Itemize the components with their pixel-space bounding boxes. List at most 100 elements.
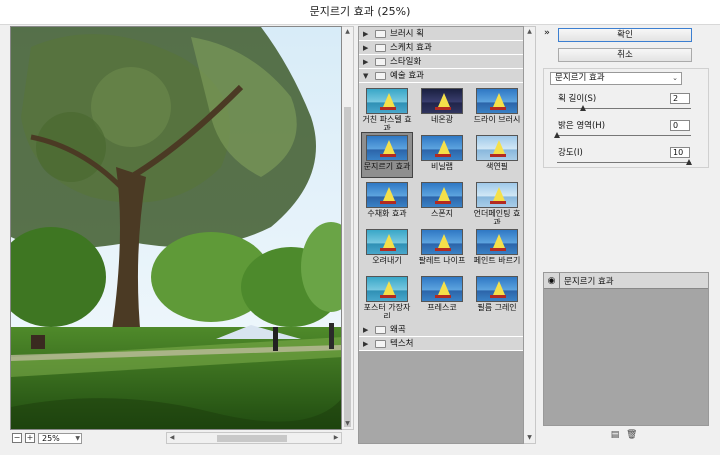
filter-thumbnail[interactable]: 페인트 바르기 — [471, 226, 523, 272]
filter-label: 언더페인팅 효과 — [473, 209, 521, 225]
param-slider-track[interactable] — [557, 162, 691, 163]
folder-row[interactable]: ▶ 브러시 획 — [359, 27, 523, 41]
filter-thumbnail[interactable]: 필름 그레인 — [471, 273, 523, 319]
scrollbar-thumb[interactable] — [217, 435, 287, 442]
folder-row[interactable]: ▶ 스케치 효과 — [359, 41, 523, 55]
folder-label: 텍스처 — [390, 338, 414, 349]
filter-select[interactable]: 문지르기 효과 ⌄ — [550, 72, 682, 85]
trash-icon[interactable]: 🗑 — [626, 430, 637, 441]
filter-thumbnail[interactable]: 수채화 효과 — [361, 179, 413, 225]
filter-preview-thumbnail — [421, 229, 463, 255]
cancel-button[interactable]: 취소 — [558, 48, 692, 62]
filter-label: 비닐랩 — [430, 162, 454, 171]
filter-thumbnail[interactable]: 포스터 가장자리 — [361, 273, 413, 319]
param-label: 밝은 영역(H) — [558, 121, 606, 131]
filter-label: 드라이 브러시 — [473, 115, 521, 124]
filter-label: 거친 파스텔 효과 — [362, 115, 412, 131]
param-value-input[interactable]: 0 — [670, 120, 690, 131]
zoom-level-select[interactable]: 25% — [38, 432, 82, 444]
filter-thumbnail[interactable]: 거친 파스텔 효과 — [361, 85, 413, 131]
zoom-out-button[interactable]: − — [12, 433, 22, 443]
filter-thumbnail[interactable]: 네온광 — [416, 85, 468, 131]
filter-preview-thumbnail — [476, 229, 518, 255]
param-slider-knob[interactable] — [580, 105, 587, 111]
filter-thumbnail[interactable]: 언더페인팅 효과 — [471, 179, 523, 225]
filter-label: 포스터 가장자리 — [363, 303, 411, 319]
param-value-input[interactable]: 10 — [670, 147, 690, 158]
filter-preview-thumbnail — [421, 88, 463, 114]
ok-button[interactable]: 확인 — [558, 28, 692, 42]
chevron-right-icon: ▶ — [363, 57, 369, 66]
filter-label: 스폰지 — [430, 209, 454, 218]
filter-thumbnail[interactable]: 프레스코 — [416, 273, 468, 319]
folder-label: 스타일화 — [390, 56, 422, 67]
folder-label: 예술 효과 — [390, 70, 424, 81]
preview-horizontal-scrollbar[interactable]: ◀ ▶ — [166, 432, 342, 444]
param-slider-knob[interactable] — [554, 132, 560, 138]
chevron-right-icon: ▶ — [363, 325, 369, 334]
preview-image — [11, 27, 341, 429]
filter-thumbnail[interactable]: 오려내기 — [361, 226, 413, 272]
gallery-scrollbar[interactable]: ▲ ▼ — [524, 26, 536, 444]
preview-vertical-scrollbar[interactable]: ▲ ▼ — [342, 26, 354, 430]
filter-thumbnail[interactable]: 문지르기 효과 — [361, 132, 413, 178]
folder-artistic[interactable]: ▼ 예술 효과 — [359, 69, 523, 83]
filter-preview-thumbnail — [366, 182, 408, 208]
param-slider-track[interactable] — [557, 135, 691, 136]
folder-icon — [375, 71, 386, 80]
scrollbar-thumb[interactable] — [344, 107, 351, 427]
folder-label: 스케치 효과 — [390, 42, 432, 53]
scroll-left-arrow-icon[interactable]: ◀ — [167, 433, 177, 443]
filter-preview-thumbnail — [366, 276, 408, 302]
scroll-down-arrow-icon[interactable]: ▼ — [342, 419, 353, 429]
folder-icon — [375, 325, 386, 334]
filter-preview-thumbnail — [476, 135, 518, 161]
double-chevron-up-icon[interactable]: » — [544, 28, 550, 38]
scroll-up-arrow-icon[interactable]: ▲ — [524, 27, 535, 37]
chevron-right-icon: ▶ — [363, 29, 369, 38]
folder-label: 왜곡 — [390, 324, 406, 335]
param-value-input[interactable]: 2 — [670, 93, 690, 104]
folder-row[interactable]: ▶ 왜곡 — [359, 323, 523, 337]
filter-label: 네온광 — [430, 115, 454, 124]
folder-icon — [375, 29, 386, 38]
layer-actions: ▤ 🗑 — [610, 430, 638, 441]
filter-preview-thumbnail — [421, 182, 463, 208]
folder-icon — [375, 57, 386, 66]
effect-layer-row[interactable]: ◉ 문지르기 효과 — [544, 272, 708, 289]
filter-label: 수채화 효과 — [367, 209, 407, 218]
param-slider-knob[interactable] — [686, 159, 692, 165]
filter-label: 색연필 — [485, 162, 509, 171]
filter-preview-thumbnail — [476, 182, 518, 208]
scroll-down-arrow-icon[interactable]: ▼ — [524, 433, 535, 443]
chevron-right-icon: ▶ — [363, 43, 369, 52]
effect-layer-name: 문지르기 효과 — [564, 276, 614, 287]
new-effect-layer-icon[interactable]: ▤ — [610, 430, 620, 441]
filter-preview-thumbnail — [476, 276, 518, 302]
filter-preview-thumbnail — [421, 276, 463, 302]
filter-thumbnail[interactable]: 색연필 — [471, 132, 523, 178]
filter-thumbnail[interactable]: 비닐랩 — [416, 132, 468, 178]
filter-label: 프레스코 — [427, 303, 457, 312]
zoom-in-button[interactable]: + — [25, 433, 35, 443]
scroll-right-arrow-icon[interactable]: ▶ — [331, 433, 341, 443]
window-title: 문지르기 효과 (25%) — [0, 0, 720, 24]
filter-label: 오려내기 — [372, 256, 402, 265]
filter-label: 팔레트 나이프 — [418, 256, 466, 265]
folder-row[interactable]: ▶ 스타일화 — [359, 55, 523, 69]
zoom-controls: − + 25% — [12, 432, 82, 444]
filter-preview-thumbnail — [421, 135, 463, 161]
filter-thumbnail[interactable]: 스폰지 — [416, 179, 468, 225]
filter-thumbnail[interactable]: 드라이 브러시 — [471, 85, 523, 131]
filter-preview-thumbnail — [366, 88, 408, 114]
chevron-right-icon: ▶ — [363, 339, 369, 348]
effect-layers-panel: ◉ 문지르기 효과 — [543, 272, 709, 426]
eye-icon[interactable]: ◉ — [544, 272, 560, 289]
param-slider-track[interactable] — [557, 108, 691, 109]
preview-canvas[interactable] — [10, 26, 342, 430]
filter-preview-thumbnail — [366, 135, 408, 161]
folder-row[interactable]: ▶ 텍스처 — [359, 337, 523, 351]
filter-thumbnail[interactable]: 팔레트 나이프 — [416, 226, 468, 272]
scroll-up-arrow-icon[interactable]: ▲ — [342, 27, 353, 37]
chevron-down-icon: ⌄ — [672, 74, 678, 82]
